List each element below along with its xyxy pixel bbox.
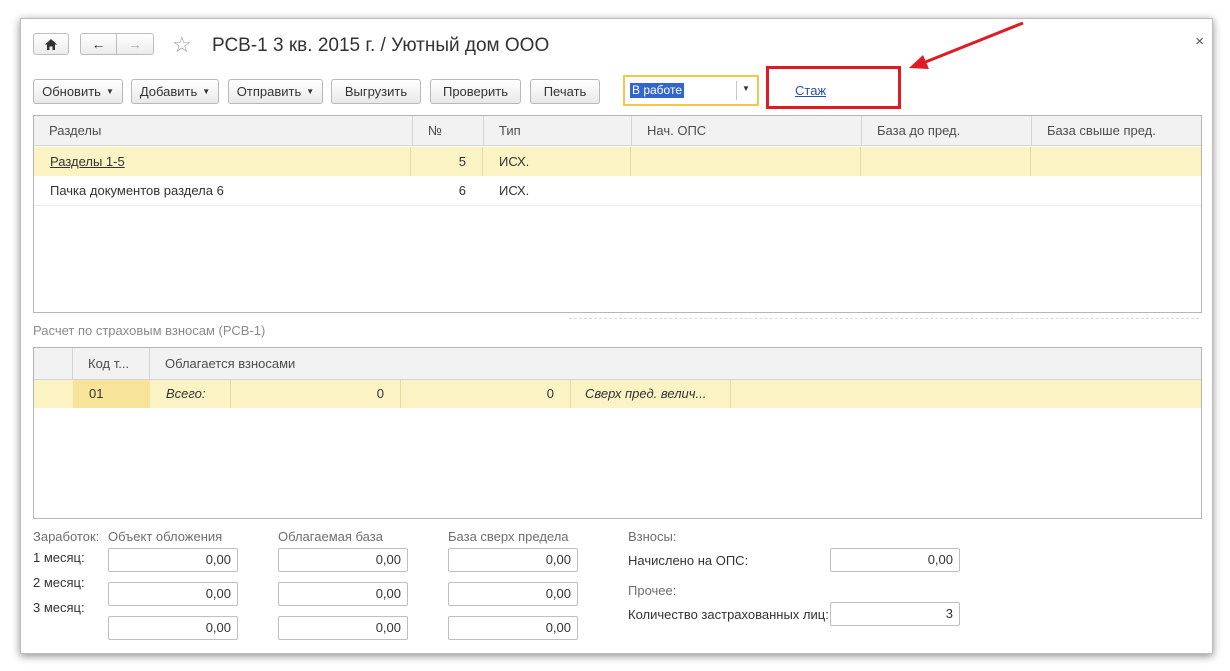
chevron-down-icon: ▼ [306,87,315,96]
stazh-link[interactable]: Стаж [795,83,826,98]
print-button[interactable]: Печать [530,79,600,104]
send-label: Отправить [236,84,302,99]
add-label: Добавить [139,84,198,99]
accrued-ops-label: Начислено на ОПС: [628,553,749,568]
arrow-right-icon: → [128,36,142,52]
table-row[interactable]: Разделы 1-5 5 ИСХ. [34,147,1201,176]
cell-divider [400,380,401,408]
chevron-down-icon: ▼ [105,87,114,96]
sections-table: Разделы № Тип Нач. ОПС База до пред. Баз… [33,115,1202,313]
row-number: 5 [458,154,466,169]
home-icon [45,38,57,50]
over-month-2-field[interactable]: 0,00 [448,582,578,606]
accrued-ops-field[interactable]: 0,00 [830,548,960,572]
base-column-label: Облагаемая база [278,529,383,544]
over-month-1-field[interactable]: 0,00 [448,548,578,572]
row-type: ИСХ. [499,183,530,198]
home-button[interactable] [33,33,69,55]
insured-count-field[interactable]: 3 [830,602,960,626]
column-header-base-above[interactable]: База свыше пред. [1032,116,1201,145]
earnings-label: Заработок: [33,529,100,544]
base-month-2-field[interactable]: 0,00 [278,582,408,606]
row-value-1: 0 [376,386,384,401]
cell-divider [482,147,483,176]
object-month-1-field[interactable]: 0,00 [108,548,238,572]
month-2-label: 2 месяц: [33,575,85,590]
column-header-base-below[interactable]: База до пред. [862,116,1032,145]
back-button[interactable]: ← [80,33,117,55]
status-select[interactable]: В работе ▼ [623,75,759,106]
row-type: ИСХ. [499,154,530,169]
row-name[interactable]: Пачка документов раздела 6 [50,176,224,205]
highlight-box [766,66,901,109]
refresh-label: Обновить [42,84,101,99]
base-month-3-field[interactable]: 0,00 [278,616,408,640]
cell-divider [230,380,231,408]
insured-count-label: Количество застрахованных лиц: [628,607,829,622]
month-3-label: 3 месяц: [33,600,85,615]
window-title: РСВ-1 3 кв. 2015 г. / Уютный дом ООО [212,35,550,56]
column-header-blank [34,348,73,379]
column-header-type[interactable]: Тип [484,116,632,145]
table-row[interactable]: Пачка документов раздела 6 6 ИСХ. [34,176,1201,206]
column-header-ops[interactable]: Нач. ОПС [632,116,862,145]
upload-button[interactable]: Выгрузить [331,79,421,104]
column-header-code[interactable]: Код т... [73,348,150,379]
check-button[interactable]: Проверить [430,79,521,104]
over-month-3-field[interactable]: 0,00 [448,616,578,640]
column-header-taxable[interactable]: Облагается взносами [150,348,1201,379]
status-value: В работе [630,83,685,98]
cell-divider [570,380,571,408]
forward-button[interactable]: → [116,33,154,55]
section-divider [569,318,1199,319]
row-code[interactable]: 01 [89,380,103,408]
close-icon[interactable]: × [1195,33,1204,50]
object-column-label: Объект обложения [108,529,223,544]
row-marker [73,380,150,408]
chevron-down-icon[interactable]: ▼ [742,84,750,93]
month-1-label: 1 месяц: [33,550,85,565]
column-header-number[interactable]: № [413,116,484,145]
favorite-star-icon[interactable]: ☆ [172,32,192,58]
base-month-1-field[interactable]: 0,00 [278,548,408,572]
object-month-2-field[interactable]: 0,00 [108,582,238,606]
contributions-label: Взносы: [628,529,677,544]
column-header-sections[interactable]: Разделы [34,116,413,145]
document-window: ← → ☆ РСВ-1 3 кв. 2015 г. / Уютный дом О… [20,18,1213,654]
object-month-3-field[interactable]: 0,00 [108,616,238,640]
row-name[interactable]: Разделы 1-5 [50,147,125,176]
other-label: Прочее: [628,583,677,598]
row-number: 6 [458,183,466,198]
arrow-left-icon: ← [91,36,106,52]
table-header: Разделы № Тип Нач. ОПС База до пред. Баз… [34,116,1201,146]
status-divider [736,81,737,100]
refresh-button[interactable]: Обновить ▼ [33,79,123,104]
cell-divider [410,147,411,176]
calc-table: Код т... Облагается взносами 01 Всего: 0… [33,347,1202,519]
row-label: Всего: [166,386,206,401]
calc-section-label: Расчет по страховым взносам (РСВ-1) [33,323,266,338]
table-header: Код т... Облагается взносами [34,348,1201,380]
add-button[interactable]: Добавить ▼ [131,79,219,104]
cell-divider [860,147,861,176]
row-note: Сверх пред. велич... [585,386,707,401]
cell-divider [1030,147,1031,176]
cell-divider [630,147,631,176]
over-column-label: База сверх предела [448,529,569,544]
row-value-2: 0 [546,386,554,401]
cell-divider [730,380,731,408]
chevron-down-icon: ▼ [202,87,211,96]
annotation-arrow-icon [909,21,1024,69]
send-button[interactable]: Отправить ▼ [228,79,323,104]
table-row[interactable]: 01 Всего: 0 0 Сверх пред. велич... [34,380,1201,408]
